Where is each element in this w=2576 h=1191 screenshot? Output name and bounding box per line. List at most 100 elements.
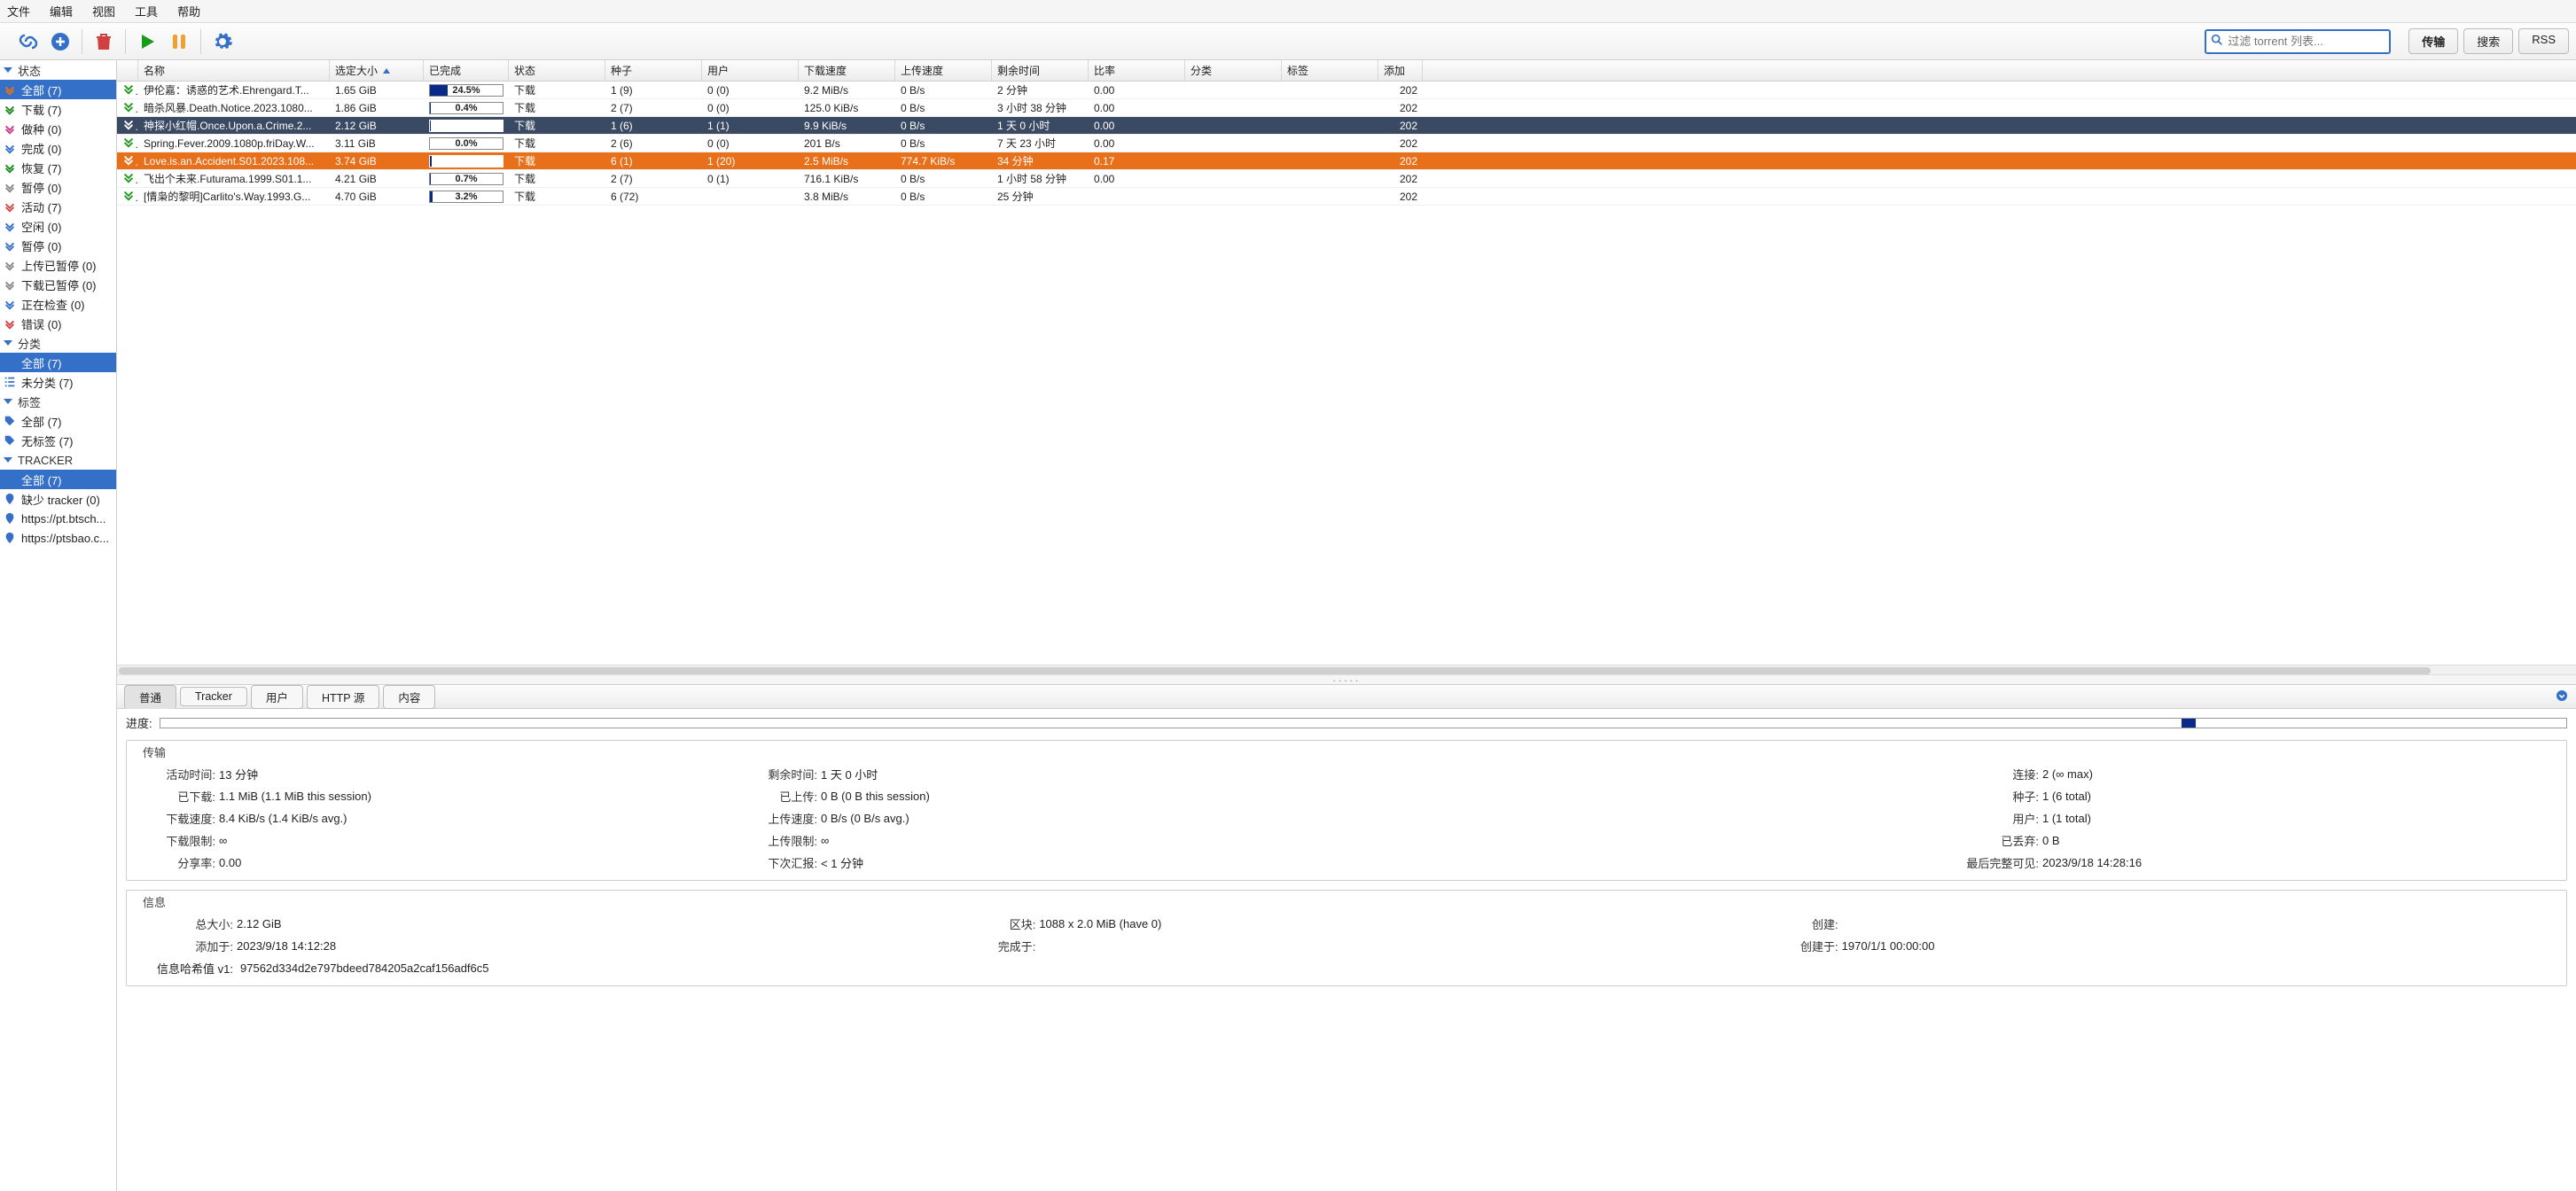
torrent-row[interactable]: [情枭的黎明]Carlito's.Way.1993.G...4.70 GiB3.… [117, 188, 2576, 206]
menu-file[interactable]: 文件 [7, 3, 30, 19]
sidebar-item-label: 缺少 tracker (0) [21, 491, 100, 508]
torrent-row[interactable]: Spring.Fever.2009.1080p.friDay.W...3.11 … [117, 135, 2576, 152]
row-ratio: 0.00 [1089, 102, 1185, 114]
transfer-section: 传输 活动时间: 13 分钟 剩余时间: 1 天 0 小时 连接: 2 (∞ m… [126, 740, 2567, 881]
sidebar-item-tr_all[interactable]: 全部 (7) [0, 470, 116, 489]
delete-icon[interactable] [93, 31, 114, 52]
col-peers[interactable]: 用户 [702, 60, 799, 81]
detail-tab-trackers[interactable]: Tracker [180, 687, 247, 706]
sidebar-item-label: 空闲 (0) [21, 218, 62, 235]
tab-search[interactable]: 搜索 [2463, 28, 2513, 54]
add-link-icon[interactable] [18, 31, 39, 52]
sidebar-item-active[interactable]: 活动 (7) [0, 197, 116, 216]
col-ratio[interactable]: 比率 [1089, 60, 1185, 81]
row-name: Love.is.an.Accident.S01.2023.108... [138, 155, 330, 167]
sidebar-item-resumed[interactable]: 恢复 (7) [0, 158, 116, 177]
totalsize-label: 总大小: [136, 915, 233, 932]
sidebar-item-tag_all[interactable]: 全部 (7) [0, 411, 116, 431]
row-added: 202 [1378, 155, 1423, 167]
detail-tab-peers[interactable]: 用户 [251, 685, 303, 709]
col-dlspeed[interactable]: 下载速度 [799, 60, 895, 81]
row-seeds: 1 (6) [605, 120, 702, 132]
splitter-handle[interactable] [117, 675, 2576, 684]
sidebar-item-stalled_dl[interactable]: 下载已暂停 (0) [0, 275, 116, 294]
sidebar-item-stalled_up[interactable]: 上传已暂停 (0) [0, 255, 116, 275]
sidebar-item-label: 全部 (7) [21, 471, 62, 488]
pieces-value: 1088 x 2.0 MiB (have 0) [1039, 917, 1754, 930]
torrent-row[interactable]: 暗杀风暴.Death.Notice.2023.1080...1.86 GiB0.… [117, 99, 2576, 117]
row-ratio: 0.00 [1089, 137, 1185, 150]
add-torrent-icon[interactable] [50, 31, 71, 52]
ratio-label: 分享率: [136, 854, 215, 871]
col-ulspeed[interactable]: 上传速度 [895, 60, 992, 81]
row-eta: 1 小时 58 分钟 [992, 171, 1089, 186]
sidebar-item-all[interactable]: 全部 (7) [0, 80, 116, 99]
sidebar-item-checking[interactable]: 正在检查 (0) [0, 294, 116, 314]
sidebar-item-tag_untag[interactable]: 无标签 (7) [0, 431, 116, 450]
sidebar-item-stalled[interactable]: 暂停 (0) [0, 236, 116, 255]
col-name[interactable]: 名称 [138, 60, 330, 81]
col-added[interactable]: 添加 [1378, 60, 1423, 81]
sidebar-item-errored[interactable]: 错误 (0) [0, 314, 116, 333]
detail-tabs: 普通 Tracker 用户 HTTP 源 内容 [117, 684, 2576, 709]
detail-tab-content[interactable]: 内容 [383, 685, 435, 709]
torrent-row[interactable]: 伊伦嘉：诱惑的艺术.Ehrengard.T...1.65 GiB24.5%下载1… [117, 82, 2576, 99]
pause-icon[interactable] [168, 31, 190, 52]
col-category[interactable]: 分类 [1185, 60, 1282, 81]
wasted-value: 0 B [2042, 834, 2557, 847]
sidebar-item-icon [4, 278, 16, 291]
torrent-row[interactable]: 飞出个未来.Futurama.1999.S01.1...4.21 GiB0.7%… [117, 170, 2576, 188]
sidebar-item-cat_all[interactable]: 全部 (7) [0, 353, 116, 372]
row-status-icon [117, 189, 138, 204]
row-progress: 24.5% [424, 84, 509, 97]
sidebar-item-cat_uncat[interactable]: 未分类 (7) [0, 372, 116, 392]
col-icon[interactable] [117, 60, 138, 81]
col-status[interactable]: 状态 [509, 60, 605, 81]
horizontal-scrollbar[interactable] [117, 665, 2576, 675]
filter-input[interactable] [2224, 35, 2385, 48]
menu-tools[interactable]: 工具 [135, 3, 158, 19]
sidebar-item-icon [4, 200, 16, 213]
sidebar-item-paused[interactable]: 暂停 (0) [0, 177, 116, 197]
collapse-detail-icon[interactable] [2555, 689, 2569, 705]
col-progress[interactable]: 已完成 [424, 60, 509, 81]
torrent-row[interactable]: 神探小红帽.Once.Upon.a.Crime.2...2.12 GiB0.1%… [117, 117, 2576, 135]
menu-edit[interactable]: 编辑 [50, 3, 73, 19]
sidebar-item-inactive[interactable]: 空闲 (0) [0, 216, 116, 236]
sidebar-item-tr_1[interactable]: https://pt.btsch... [0, 509, 116, 528]
sidebar-item-seeding[interactable]: 做种 (0) [0, 119, 116, 138]
connections-value: 2 (∞ max) [2042, 767, 2557, 781]
tab-rss[interactable]: RSS [2518, 28, 2569, 54]
settings-icon[interactable] [212, 31, 233, 52]
detail-tab-general[interactable]: 普通 [124, 685, 176, 709]
sidebar-item-icon [4, 493, 16, 505]
pieces-label: 区块: [956, 915, 1035, 932]
resume-icon[interactable] [137, 31, 158, 52]
col-eta[interactable]: 剩余时间 [992, 60, 1089, 81]
addedon-label: 添加于: [136, 938, 233, 954]
torrent-table-header: 名称 选定大小 已完成 状态 种子 用户 下载速度 上传速度 剩余时间 比率 分… [117, 60, 2576, 82]
row-size: 4.70 GiB [330, 191, 424, 203]
sidebar-item-icon [4, 317, 16, 330]
sidebar-item-downloading[interactable]: 下载 (7) [0, 99, 116, 119]
sidebar-item-tr_2[interactable]: https://ptsbao.c... [0, 528, 116, 548]
tab-transfers[interactable]: 传输 [2408, 28, 2458, 54]
sidebar-trackers-head[interactable]: TRACKER [0, 450, 116, 470]
torrent-row[interactable]: Love.is.an.Accident.S01.2023.108...3.74 … [117, 152, 2576, 170]
row-eta: 7 天 23 小时 [992, 136, 1089, 151]
sidebar-status-head[interactable]: 状态 [0, 60, 116, 80]
sidebar-tags-head[interactable]: 标签 [0, 392, 116, 411]
sidebar-item-completed[interactable]: 完成 (0) [0, 138, 116, 158]
sidebar-categories-head[interactable]: 分类 [0, 333, 116, 353]
row-progress: 0.4% [424, 102, 509, 114]
col-tags[interactable]: 标签 [1282, 60, 1378, 81]
menu-view[interactable]: 视图 [92, 3, 115, 19]
col-seeds[interactable]: 种子 [605, 60, 702, 81]
col-size[interactable]: 选定大小 [330, 60, 424, 81]
lastseen-value: 2023/9/18 14:28:16 [2042, 856, 2557, 869]
detail-tab-http[interactable]: HTTP 源 [307, 685, 379, 709]
sidebar-item-tr_missing[interactable]: 缺少 tracker (0) [0, 489, 116, 509]
row-status: 下载 [509, 82, 605, 97]
menu-help[interactable]: 帮助 [177, 3, 200, 19]
hash-value: 97562d334d2e797bdeed784205a2caf156adf6c5 [240, 961, 489, 975]
